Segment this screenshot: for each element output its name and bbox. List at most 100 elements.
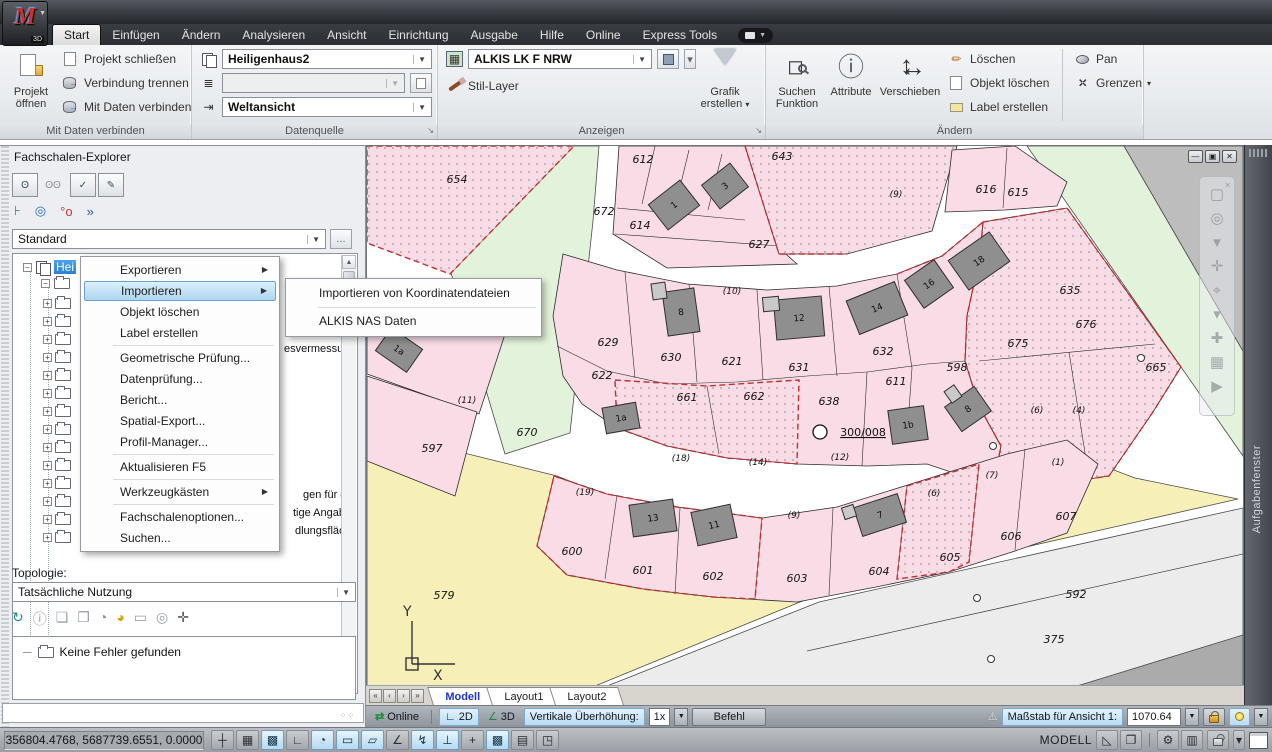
- menu-item-objekt-löschen[interactable]: Objekt löschen: [84, 302, 276, 322]
- stil-layer-button[interactable]: Stil-Layer: [446, 75, 519, 97]
- app-menu-button[interactable]: M 3D ▼: [2, 1, 48, 46]
- datasource-dropdown[interactable]: Heiligenhaus2▼: [222, 49, 432, 69]
- projekt-oeffnen-button[interactable]: Projekt öffnen: [2, 48, 60, 122]
- loeschen-button[interactable]: ✏Löschen: [948, 48, 1015, 70]
- panel-grip[interactable]: [1, 146, 9, 727]
- verbindung-trennen-button[interactable]: →Verbindung trennen: [62, 72, 189, 94]
- clean-screen-button[interactable]: [1249, 732, 1268, 749]
- properties-icon[interactable]: ▤: [511, 730, 534, 750]
- db-search-icon[interactable]: ʘ: [12, 173, 38, 197]
- weltansicht-dropdown[interactable]: Weltansicht▼: [222, 97, 432, 117]
- tree-node[interactable]: +: [43, 532, 71, 543]
- menu-item-aktualisieren-f5[interactable]: Aktualisieren F5: [84, 457, 276, 477]
- navigation-bar[interactable]: ✕▢◎▾✛⌖▾✚▦▶: [1199, 176, 1235, 416]
- viewcube-icon[interactable]: ▢: [1210, 187, 1224, 202]
- close-icon[interactable]: ✕: [1224, 178, 1231, 193]
- minimize-button[interactable]: —: [1188, 150, 1203, 163]
- building-1a[interactable]: 1a: [602, 402, 640, 434]
- tab-express-tools[interactable]: Express Tools: [632, 25, 728, 45]
- building-13[interactable]: 13: [629, 499, 677, 537]
- tree-node[interactable]: +: [43, 334, 71, 345]
- expand-icon[interactable]: +: [43, 497, 52, 506]
- first-tab-icon[interactable]: «: [369, 689, 382, 703]
- vertical-exaggeration-value[interactable]: 1x: [649, 708, 671, 726]
- menu-item-werkzeugkästen[interactable]: Werkzeugkästen▶: [84, 482, 276, 502]
- vertical-exaggeration-label[interactable]: Vertikale Überhöhung:: [524, 708, 645, 726]
- db-edit-icon[interactable]: ✎: [98, 173, 124, 197]
- submenu-item-importieren-von-koordinatendateien[interactable]: Importieren von Koordinatendateien: [289, 282, 538, 305]
- ortho-icon[interactable]: ∟: [286, 730, 309, 750]
- panel-expand-icon[interactable]: ↘: [755, 123, 762, 138]
- topology-result-box[interactable]: ─Keine Fehler gefunden: [12, 636, 356, 700]
- tree-node[interactable]: +: [43, 370, 71, 381]
- play-icon[interactable]: ▶: [1211, 379, 1223, 394]
- expand-icon[interactable]: +: [43, 317, 52, 326]
- collapse-icon[interactable]: −: [41, 279, 50, 288]
- tab-layout2[interactable]: Layout2: [549, 687, 624, 705]
- menu-item-spatial-export-[interactable]: Spatial-Export...: [84, 411, 276, 431]
- tree-node[interactable]: +: [43, 388, 71, 399]
- tree-node[interactable]: +: [43, 316, 71, 327]
- tab-online[interactable]: Online: [575, 25, 632, 45]
- aufgabenfenster-strip[interactable]: Aufgabenfenster: [1244, 145, 1272, 705]
- showmotion-icon[interactable]: ▦: [1210, 355, 1224, 370]
- panel-expand-icon[interactable]: ↘: [427, 123, 434, 138]
- expand-icon[interactable]: +: [43, 461, 52, 470]
- ribbon-minimize-button[interactable]: ▼: [738, 28, 773, 43]
- tree-node[interactable]: +: [43, 352, 71, 363]
- building-annex[interactable]: [651, 282, 667, 300]
- layout-windows-icon[interactable]: ❐: [1120, 730, 1142, 750]
- verschieben-button[interactable]: ↔↕ Verschieben: [878, 48, 942, 122]
- menu-item-importieren[interactable]: Importieren▶: [84, 281, 276, 301]
- orbit-icon[interactable]: ◎: [1210, 211, 1223, 226]
- snap-icon[interactable]: ┼: [211, 730, 234, 750]
- zoom-extents-icon[interactable]: ⌖: [1213, 283, 1221, 298]
- prev-tab-icon[interactable]: ‹: [383, 689, 396, 703]
- tab-ändern[interactable]: Ändern: [171, 25, 232, 45]
- last-tab-icon[interactable]: »: [411, 689, 424, 703]
- chevron-down-icon[interactable]: ▼: [1254, 708, 1268, 726]
- panel-resize-strip[interactable]: ⁘⁘: [2, 703, 364, 723]
- tree-root-label[interactable]: Hei: [54, 260, 76, 274]
- tree-root-node[interactable]: − Hei: [23, 260, 76, 274]
- chevrons-icon[interactable]: »: [87, 204, 94, 219]
- expand-icon[interactable]: +: [43, 299, 52, 308]
- topology-dropdown[interactable]: Tatsächliche Nutzung▼: [12, 582, 356, 602]
- building-12[interactable]: 12: [773, 296, 824, 340]
- settings-gear-icon[interactable]: ⚙: [1157, 730, 1179, 750]
- grid-dots-icon[interactable]: ▦: [236, 730, 259, 750]
- target-icon[interactable]: ◎: [156, 609, 168, 629]
- caret-down-icon[interactable]: ▾: [1213, 235, 1221, 250]
- label-erstellen-button[interactable]: Label erstellen: [948, 96, 1048, 118]
- scroll-up-icon[interactable]: ▲: [342, 255, 356, 269]
- 3d-button[interactable]: ∠3D: [483, 708, 520, 726]
- expand-icon[interactable]: +: [43, 335, 52, 344]
- grafik-erstellen-button[interactable]: Grafik erstellen ▾: [690, 48, 760, 122]
- menu-item-geometrische-prüfung-[interactable]: Geometrische Prüfung...: [84, 348, 276, 368]
- cross-icon[interactable]: ✛: [177, 609, 189, 629]
- schema-button[interactable]: [410, 73, 432, 93]
- mit-daten-verbinden-button[interactable]: →Mit Daten verbinden: [62, 96, 191, 118]
- tree-node[interactable]: +: [43, 442, 71, 453]
- status-menu-icon[interactable]: ▾: [1233, 730, 1245, 750]
- expand-icon[interactable]: +: [43, 515, 52, 524]
- pan-hand-icon[interactable]: ✛: [1211, 259, 1224, 274]
- next-tab-icon[interactable]: ›: [397, 689, 410, 703]
- alkis-style-dropdown[interactable]: ALKIS LK F NRW▼: [468, 49, 652, 69]
- info-icon[interactable]: ⓘ: [33, 609, 47, 629]
- grenzen-button[interactable]: ✛Grenzen▾: [1074, 72, 1151, 94]
- coordinates-readout[interactable]: 356804.4768, 5687739.6551, 0.0000: [4, 731, 204, 750]
- chevron-down-icon[interactable]: ▼: [1185, 708, 1199, 726]
- tab-einfügen[interactable]: Einfügen: [101, 25, 170, 45]
- submenu-item-alkis-nas-daten[interactable]: ALKIS NAS Daten: [289, 310, 538, 333]
- close-button[interactable]: ✕: [1222, 150, 1237, 163]
- dyninput-icon[interactable]: ↯: [411, 730, 434, 750]
- tab-einrichtung[interactable]: Einrichtung: [377, 25, 459, 45]
- refresh-icon[interactable]: ↻: [12, 609, 24, 629]
- polar-icon[interactable]: ◔: [311, 730, 334, 750]
- panel-title[interactable]: Datenquelle↘: [192, 124, 437, 139]
- menu-item-suchen-[interactable]: Suchen...: [84, 528, 276, 548]
- tab-ansicht[interactable]: Ansicht: [316, 25, 377, 45]
- tree-node[interactable]: +: [43, 406, 71, 417]
- osnap3d-icon[interactable]: ▱: [361, 730, 384, 750]
